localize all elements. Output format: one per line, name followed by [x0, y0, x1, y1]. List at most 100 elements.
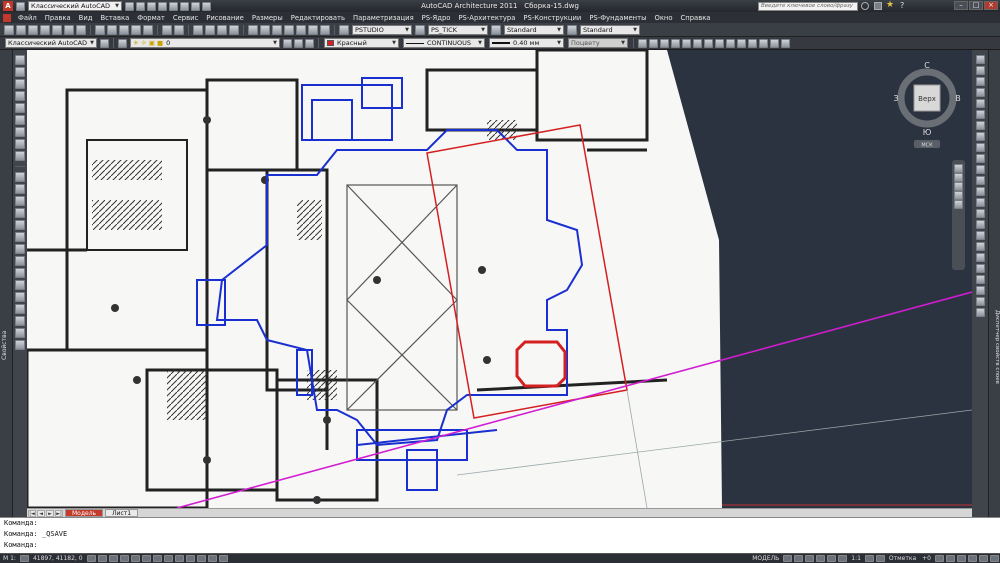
- menu-tools[interactable]: Сервис: [169, 14, 202, 22]
- snap-4-icon[interactable]: [975, 275, 985, 284]
- text-style-combo[interactable]: PSTUDIO ▼: [352, 24, 412, 35]
- ps-tool-1-icon[interactable]: [638, 38, 647, 48]
- workspace-combo[interactable]: Классический AutoCAD ▼: [5, 38, 97, 48]
- rectangle-icon[interactable]: [15, 139, 25, 149]
- save-tb-icon[interactable]: [28, 24, 38, 35]
- insert-block-icon[interactable]: [15, 244, 25, 254]
- plotstyle-combo[interactable]: Поцвету ▼: [568, 38, 628, 48]
- clean-screen-icon[interactable]: [990, 555, 999, 562]
- ellipse-icon[interactable]: [15, 220, 25, 230]
- command-window[interactable]: Команда: Команда: _QSAVE Команда:: [0, 517, 1000, 553]
- menu-modify[interactable]: Редактировать: [287, 14, 349, 22]
- design-center-icon[interactable]: [260, 24, 270, 35]
- ducs-toggle[interactable]: [163, 555, 173, 562]
- snap-mode-toggle[interactable]: [86, 555, 96, 562]
- snap-6-icon[interactable]: [975, 297, 985, 306]
- status-menu-icon[interactable]: [979, 555, 988, 562]
- array-icon[interactable]: [975, 99, 985, 108]
- ortho-toggle[interactable]: [108, 555, 118, 562]
- first-tab-button[interactable]: |◄: [28, 509, 36, 517]
- quick-view-layouts-icon[interactable]: [783, 555, 793, 562]
- menu-edit[interactable]: Правка: [41, 14, 75, 22]
- polygon-icon[interactable]: [15, 127, 25, 137]
- mline-icon[interactable]: [15, 91, 25, 101]
- xline-icon[interactable]: [15, 79, 25, 89]
- compass-south[interactable]: Ю: [923, 128, 932, 137]
- match-properties-icon[interactable]: [131, 24, 141, 35]
- ps-tool-8-icon[interactable]: [715, 38, 724, 48]
- compass-north[interactable]: С: [924, 61, 930, 70]
- nav-pan-icon[interactable]: [954, 173, 963, 182]
- exchange-icon[interactable]: [874, 2, 882, 10]
- workspace-title-combo[interactable]: Классический AutoCAD ▼: [28, 1, 122, 11]
- ps-tool-4-icon[interactable]: [671, 38, 680, 48]
- snap-3-icon[interactable]: [975, 264, 985, 273]
- join-icon[interactable]: [975, 198, 985, 207]
- prev-tab-button[interactable]: ◄: [37, 509, 45, 517]
- menu-ps-structures[interactable]: PS-Конструкции: [519, 14, 585, 22]
- elevation-value[interactable]: +0: [919, 555, 934, 562]
- ps-tool-7-icon[interactable]: [704, 38, 713, 48]
- redo-tb-icon[interactable]: [174, 24, 184, 35]
- 3dpoly-icon[interactable]: [15, 115, 25, 125]
- status-showmotion-icon[interactable]: [838, 555, 848, 562]
- linetype-combo[interactable]: CONTINUOUS ▼: [403, 38, 485, 48]
- menu-format[interactable]: Формат: [133, 14, 169, 22]
- polyline-icon[interactable]: [15, 103, 25, 113]
- lock-icon[interactable]: [946, 555, 955, 562]
- ps-tool-14-icon[interactable]: [781, 38, 790, 48]
- ps-tool-12-icon[interactable]: [759, 38, 768, 48]
- undo-tb-icon[interactable]: [162, 24, 172, 35]
- add-selected-icon[interactable]: [15, 340, 25, 350]
- snap-5-icon[interactable]: [975, 286, 985, 295]
- workspace-settings-icon[interactable]: [100, 38, 109, 48]
- 3dosnap-toggle[interactable]: [141, 555, 151, 562]
- text-style-icon[interactable]: [339, 24, 349, 35]
- circle-icon[interactable]: [15, 184, 25, 194]
- region-icon[interactable]: [15, 304, 25, 314]
- make-block-icon[interactable]: [15, 256, 25, 266]
- isolate-objects-icon[interactable]: [968, 555, 977, 562]
- menu-ps-architecture[interactable]: PS-Архитектура: [454, 14, 519, 22]
- dyn-toggle[interactable]: [174, 555, 184, 562]
- plot-tb-icon[interactable]: [40, 24, 50, 35]
- maximize-button[interactable]: □: [969, 1, 983, 10]
- extend-icon[interactable]: [975, 165, 985, 174]
- dim-style-icon[interactable]: [415, 24, 425, 35]
- mtext-icon[interactable]: [15, 328, 25, 338]
- orbit-icon[interactable]: [954, 191, 963, 200]
- tab-model[interactable]: Модель: [65, 509, 104, 517]
- annotation-visibility-icon[interactable]: [864, 555, 874, 562]
- auto-scale-icon[interactable]: [875, 555, 885, 562]
- spline-icon[interactable]: [15, 208, 25, 218]
- new-icon[interactable]: [16, 1, 25, 11]
- ps-tool-2-icon[interactable]: [649, 38, 658, 48]
- revcloud-icon[interactable]: [15, 196, 25, 206]
- dim-style-combo[interactable]: PS_TICK ▼: [428, 24, 488, 35]
- offset-icon[interactable]: [975, 88, 985, 97]
- compass-west[interactable]: З: [893, 94, 898, 103]
- copy-icon[interactable]: [107, 24, 117, 35]
- chamfer-icon[interactable]: [975, 209, 985, 218]
- grid-toggle[interactable]: [97, 555, 107, 562]
- quickcalc-icon[interactable]: [308, 24, 318, 35]
- ps-tool-5-icon[interactable]: [682, 38, 691, 48]
- otrack-toggle[interactable]: [152, 555, 162, 562]
- ellipse-arc-icon[interactable]: [15, 232, 25, 242]
- layer-previous-icon[interactable]: [294, 38, 303, 48]
- menu-help[interactable]: Справка: [677, 14, 715, 22]
- status-scale-icon[interactable]: [19, 555, 29, 562]
- menu-view[interactable]: Вид: [75, 14, 97, 22]
- osnap-toggle[interactable]: [130, 555, 140, 562]
- autocad-logo-icon[interactable]: A: [3, 1, 13, 11]
- model-space-label[interactable]: МОДЕЛЬ: [749, 555, 782, 562]
- status-pan-icon[interactable]: [805, 555, 815, 562]
- ps-tool-10-icon[interactable]: [737, 38, 746, 48]
- menu-parametric[interactable]: Параметризация: [349, 14, 418, 22]
- helix-icon[interactable]: [15, 151, 25, 161]
- publish-tb-icon[interactable]: [64, 24, 74, 35]
- pan-icon[interactable]: [193, 24, 203, 35]
- paste-icon[interactable]: [119, 24, 129, 35]
- erase-icon[interactable]: [975, 55, 985, 64]
- save-icon[interactable]: [147, 1, 156, 11]
